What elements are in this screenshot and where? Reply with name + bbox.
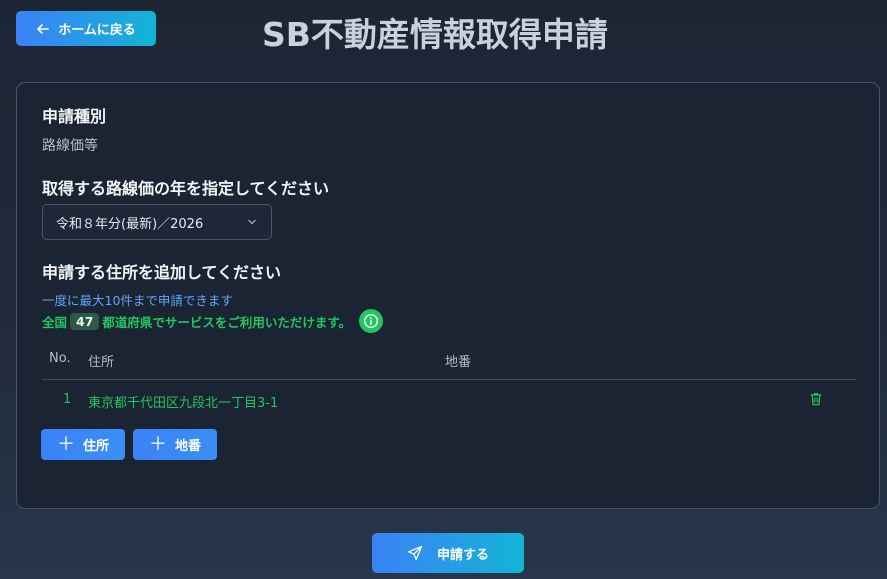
coverage-prefix: 全国 <box>42 314 68 330</box>
back-button-label: ホームに戻る <box>58 23 136 38</box>
submit-label: 申請する <box>436 547 489 563</box>
back-to-home-button[interactable]: ホームに戻る <box>16 11 156 46</box>
coverage-note: 全国 47 都道府県でサービスをご利用いただけます。 <box>42 309 384 333</box>
add-lot-button[interactable]: ＋ 地番 <box>133 429 217 460</box>
prefecture-count-badge: 47 <box>70 312 100 330</box>
application-form-card: 申請種別 路線価等 取得する路線価の年を指定してください 令和８年分(最新)／2… <box>16 82 880 509</box>
year-select[interactable]: 令和８年分(最新)／2026 <box>42 204 272 240</box>
plus-icon: ＋ <box>148 433 167 455</box>
send-icon <box>407 545 423 561</box>
address-heading: 申請する住所を追加してください <box>42 263 282 282</box>
submit-button[interactable]: 申請する <box>372 533 524 573</box>
year-select-value: 令和８年分(最新)／2026 <box>56 216 204 232</box>
year-select-heading: 取得する路線価の年を指定してください <box>42 179 330 198</box>
address-table-header: No. 住所 地番 <box>42 347 856 380</box>
plus-icon: ＋ <box>56 433 75 455</box>
chevron-down-icon <box>246 216 258 228</box>
page-title: SB不動産情報取得申請 <box>262 15 608 54</box>
add-address-label: 住所 <box>82 439 109 454</box>
coverage-suffix: 都道府県でサービスをご利用いただけます。 <box>102 314 352 330</box>
limit-note: 一度に最大10件まで申請できます <box>42 293 233 308</box>
info-icon[interactable] <box>359 309 384 333</box>
trash-icon[interactable] <box>808 391 824 407</box>
column-no: No. <box>49 351 71 366</box>
column-lot: 地番 <box>445 355 472 370</box>
row-number: 1 <box>63 392 72 407</box>
arrow-left-icon <box>36 22 50 36</box>
application-type-value: 路線価等 <box>42 138 98 154</box>
table-row: 1 東京都千代田区九段北一丁目3-1 <box>42 381 856 419</box>
add-lot-label: 地番 <box>174 439 201 454</box>
row-address: 東京都千代田区九段北一丁目3-1 <box>88 396 279 411</box>
add-address-button[interactable]: ＋ 住所 <box>41 429 125 460</box>
column-address: 住所 <box>88 355 115 370</box>
application-type-heading: 申請種別 <box>42 107 107 126</box>
